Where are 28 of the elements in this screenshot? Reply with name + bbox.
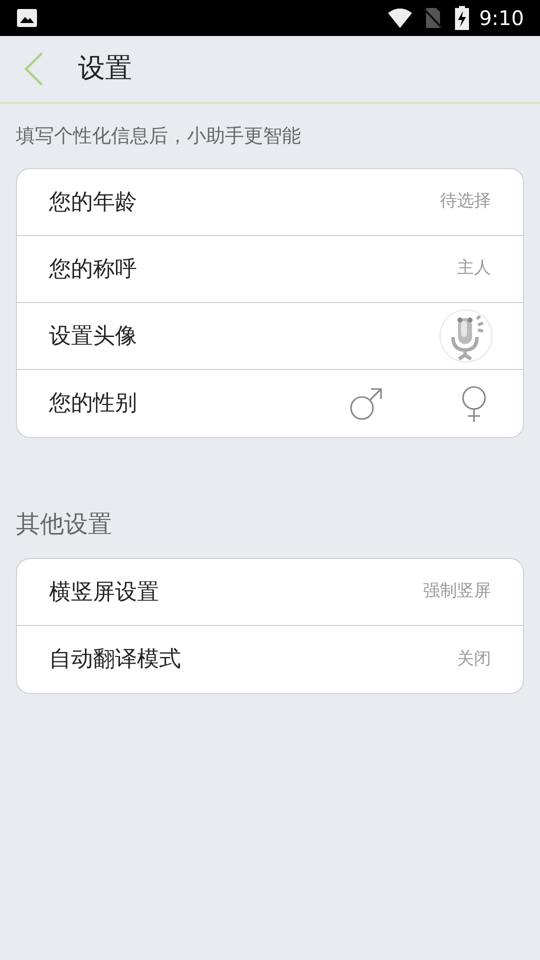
back-icon — [24, 52, 44, 86]
row-value: 待选择 — [440, 190, 491, 214]
settings-row[interactable]: 设置头像 — [17, 303, 523, 370]
hint-text: 填写个性化信息后，小助手更智能 — [16, 124, 302, 149]
settings-row[interactable]: 横竖屏设置 强制竖屏 — [17, 559, 523, 626]
row-value: 强制竖屏 — [423, 580, 491, 604]
page-title: 设置 — [78, 52, 132, 86]
settings-row[interactable]: 自动翻译模式 关闭 — [17, 626, 523, 693]
settings-row[interactable]: 您的性别 — [17, 370, 523, 437]
female-symbol-icon[interactable] — [459, 384, 489, 422]
row-label: 您的年龄 — [49, 188, 138, 216]
row-label: 自动翻译模式 — [49, 646, 182, 674]
no-sim-icon — [423, 7, 444, 29]
row-label: 您的性别 — [49, 390, 138, 418]
avatar-microphone-icon — [439, 309, 493, 363]
row-label: 横竖屏设置 — [49, 578, 160, 606]
image-icon — [16, 8, 38, 28]
settings-row[interactable]: 您的称呼 主人 — [17, 236, 523, 303]
wifi-icon — [387, 8, 414, 28]
row-label: 设置头像 — [49, 322, 138, 350]
male-symbol-icon[interactable] — [349, 386, 383, 420]
row-label: 您的称呼 — [49, 256, 138, 284]
battery-charging-icon — [455, 6, 470, 30]
clock: 9:10 — [479, 5, 524, 32]
section-title: 其他设置 — [16, 509, 113, 540]
settings-row[interactable]: 您的年龄 待选择 — [17, 169, 523, 236]
row-value: 主人 — [457, 257, 491, 280]
row-value: 关闭 — [457, 648, 491, 671]
